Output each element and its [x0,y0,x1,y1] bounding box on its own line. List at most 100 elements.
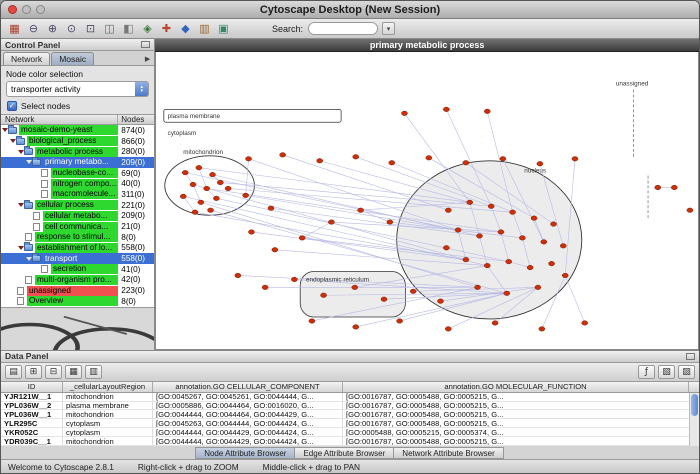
column-header[interactable]: ID [1,382,63,392]
network-node[interactable] [352,285,358,290]
network-node[interactable] [444,107,450,112]
table-row[interactable]: YJR121W__1mitochondrion[GO:0045267, GO:0… [1,393,699,402]
network-node[interactable] [455,228,461,233]
layout-icon[interactable]: ▥ [196,21,213,36]
network-node[interactable] [510,210,516,215]
network-node[interactable] [539,327,545,332]
table-scrollbar[interactable] [689,393,699,446]
network-node[interactable] [358,208,364,213]
network-node[interactable] [214,196,220,201]
minimize-window-icon[interactable] [22,5,31,14]
network-node[interactable] [272,247,278,252]
column-header[interactable]: annotation.GO MOLECULAR_FUNCTION [343,382,689,392]
network-node[interactable] [262,285,268,290]
network-node[interactable] [561,244,567,249]
network-node[interactable] [225,186,231,191]
plugins-icon[interactable]: ▣ [215,21,232,36]
tab-network[interactable]: Network [3,52,50,65]
tree-row[interactable]: mosaic-demo-yeast874(0) [1,125,154,136]
create-attribute-icon[interactable]: ⊞ [25,365,42,379]
network-node[interactable] [687,208,693,213]
network-node[interactable] [672,185,678,190]
network-node[interactable] [463,160,469,165]
network-node[interactable] [181,194,187,199]
tree-row[interactable]: biological_process866(0) [1,136,154,147]
network-node[interactable] [426,156,432,161]
tree-row[interactable]: multi-organism pro...42(0) [1,275,154,286]
birds-eye-view[interactable] [1,307,154,350]
network-node[interactable] [500,157,506,162]
network-node[interactable] [268,206,274,211]
network-node[interactable] [402,111,408,116]
network-node[interactable] [321,293,327,298]
network-node[interactable] [389,160,395,165]
scrollbar-thumb[interactable] [691,394,698,416]
network-node[interactable] [196,165,202,170]
network-node[interactable] [218,180,224,185]
tab-edge-attribute-browser[interactable]: Edge Attribute Browser [294,447,394,459]
zoom-window-icon[interactable] [36,5,45,14]
new-network-from-selected-icon[interactable]: ◈ [139,21,156,36]
tree-row[interactable]: metabolic process280(0) [1,146,154,157]
expander-icon[interactable] [9,139,16,143]
select-nodes-checkbox[interactable]: ✓ [7,101,17,111]
vizmapper-icon[interactable]: ◆ [177,21,194,36]
network-node[interactable] [353,155,359,160]
table-row[interactable]: YPL036W__1mitochondrion[GO:0044444, GO:0… [1,410,699,419]
network-node[interactable] [410,289,416,294]
network-node[interactable] [309,319,315,324]
destroy-network-icon[interactable]: ▦ [6,21,23,36]
network-node[interactable] [527,265,533,270]
tree-row[interactable]: nucleobase-co...69(0) [1,168,154,179]
network-node[interactable] [353,325,359,330]
network-node[interactable] [182,170,188,175]
search-input[interactable] [308,22,378,35]
table-row[interactable]: YKR052Ccytoplasm[GO:0044444, GO:0044429,… [1,428,699,437]
network-node[interactable] [492,321,498,326]
network-node[interactable] [387,220,393,225]
import-attributes-icon[interactable]: ▧ [658,365,675,379]
tab-network-attribute-browser[interactable]: Network Attribute Browser [393,447,503,459]
delete-attribute-icon[interactable]: ⊟ [45,365,62,379]
column-header[interactable]: annotation.GO CELLULAR_COMPONENT [153,382,343,392]
network-node[interactable] [551,222,557,227]
network-node[interactable] [249,230,255,235]
tree-row[interactable]: Overview8(0) [1,296,154,307]
show-graphics-details-icon[interactable]: ◫ [101,21,118,36]
network-node[interactable] [317,158,323,163]
network-node[interactable] [549,261,555,266]
formula-builder-icon[interactable]: ƒ [638,365,655,379]
tree-row[interactable]: unassigned223(0) [1,285,154,296]
network-node[interactable] [190,182,196,187]
network-node[interactable] [467,200,473,205]
network-node[interactable] [541,240,547,245]
network-node[interactable] [299,236,305,241]
delete-table-icon[interactable]: ▥ [85,365,102,379]
network-node[interactable] [485,109,491,114]
tree-row[interactable]: cell communica...21(0) [1,221,154,232]
network-canvas[interactable]: plasma membranecytoplasmmitochondrionnuc… [155,52,699,350]
tree-row[interactable]: macromolecule...311(0) [1,189,154,200]
network-node[interactable] [531,216,537,221]
tab-scroll-right-icon[interactable]: ▶ [145,55,152,65]
network-node[interactable] [329,220,335,225]
network-node[interactable] [463,257,469,262]
network-node[interactable] [475,285,481,290]
network-node[interactable] [537,161,543,166]
network-node[interactable] [397,319,403,324]
column-header[interactable]: _cellularLayoutRegion [63,382,153,392]
select-attributes-icon[interactable]: ▤ [5,365,22,379]
network-node[interactable] [506,259,512,264]
network-node[interactable] [192,210,198,215]
network-node[interactable] [488,204,494,209]
network-node[interactable] [243,193,249,198]
rename-attribute-icon[interactable]: ▦ [65,365,82,379]
expander-icon[interactable] [17,246,24,250]
network-node[interactable] [246,157,252,162]
network-node[interactable] [655,185,661,190]
tree-row[interactable]: establishment of lo...558(0) [1,243,154,254]
tab-mosaic[interactable]: Mosaic [51,52,94,65]
expander-icon[interactable] [25,257,32,261]
network-node[interactable] [208,208,214,213]
network-node[interactable] [520,236,526,241]
